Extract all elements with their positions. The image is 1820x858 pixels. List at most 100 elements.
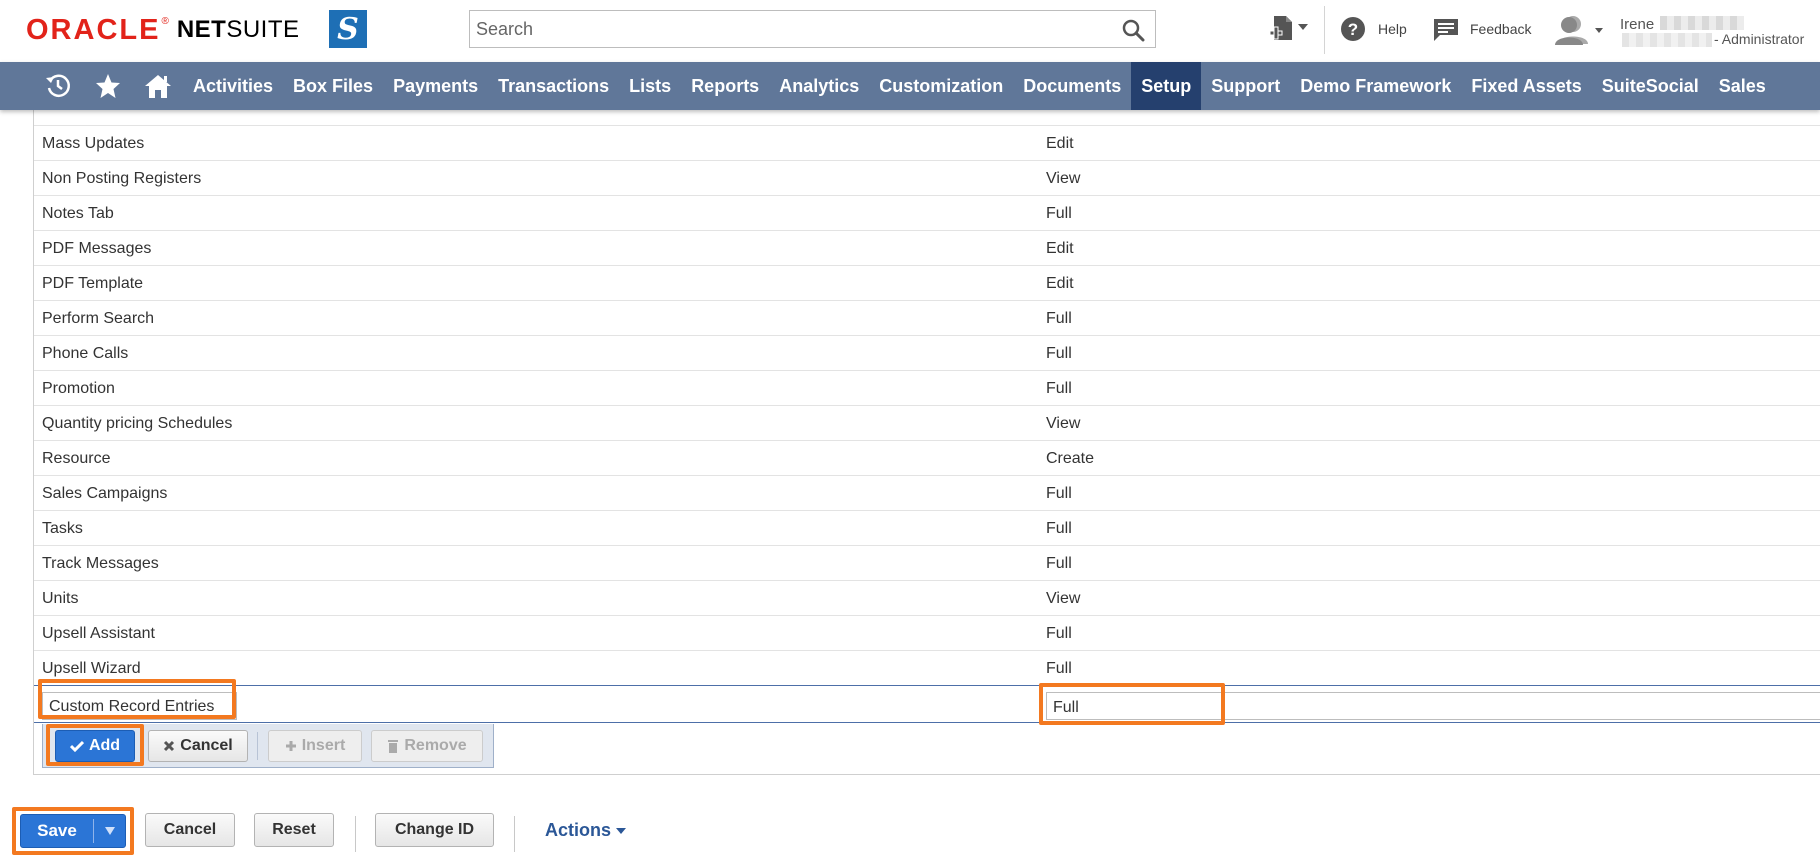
- insert-button[interactable]: Insert: [268, 730, 362, 762]
- table-row[interactable]: Phone Calls Full: [34, 336, 1820, 371]
- save-options-chevron-down-icon[interactable]: [94, 815, 126, 847]
- permission-name: Notes Tab: [42, 205, 114, 222]
- footer-divider: [514, 816, 515, 852]
- level-select[interactable]: Full: [1046, 692, 1820, 720]
- footer-divider: [355, 816, 356, 852]
- nav-box-files[interactable]: Box Files: [283, 62, 383, 110]
- permission-level: Full: [1046, 380, 1072, 397]
- permission-name: Upsell Wizard: [42, 660, 141, 677]
- suite-badge-icon[interactable]: S: [329, 10, 367, 48]
- permission-level: View: [1046, 170, 1081, 187]
- nav-support[interactable]: Support: [1201, 62, 1290, 110]
- nav-transactions[interactable]: Transactions: [488, 62, 619, 110]
- permissions-sublist: Mass Updates Edit Non Posting Registers …: [33, 110, 1820, 775]
- nav-customization[interactable]: Customization: [869, 62, 1013, 110]
- permission-level: Full: [1046, 555, 1072, 572]
- permission-name: Promotion: [42, 380, 115, 397]
- plus-icon: [285, 741, 296, 751]
- table-row[interactable]: Resource Create: [34, 441, 1820, 476]
- remove-button-label: Remove: [404, 737, 467, 754]
- permission-name: Quantity pricing Schedules: [42, 415, 233, 432]
- search-input[interactable]: [470, 11, 1155, 47]
- table-row[interactable]: Quantity pricing Schedules View: [34, 406, 1820, 441]
- permission-name: Units: [42, 590, 79, 607]
- permission-name: Sales Campaigns: [42, 485, 168, 502]
- table-row[interactable]: Promotion Full: [34, 371, 1820, 406]
- permission-select[interactable]: Custom Record Entries: [42, 692, 237, 720]
- table-row[interactable]: Perform Search Full: [34, 301, 1820, 336]
- redacted-account-name: [1622, 33, 1712, 47]
- permission-name: PDF Template: [42, 275, 144, 292]
- nav-suitesocial[interactable]: SuiteSocial: [1592, 62, 1709, 110]
- table-row[interactable]: Units View: [34, 581, 1820, 616]
- permission-name: PDF Messages: [42, 240, 152, 257]
- trash-icon: [388, 740, 399, 753]
- permission-name: Non Posting Registers: [42, 170, 202, 187]
- table-row[interactable]: Sales Campaigns Full: [34, 476, 1820, 511]
- table-row[interactable]: Upsell Assistant Full: [34, 616, 1820, 651]
- permission-name: Track Messages: [42, 555, 159, 572]
- nav-activities[interactable]: Activities: [183, 62, 283, 110]
- user-avatar-icon[interactable]: [1555, 14, 1607, 46]
- redacted-user-lastname: [1660, 16, 1744, 30]
- reset-button[interactable]: Reset: [254, 813, 334, 847]
- insert-button-label: Insert: [301, 737, 346, 754]
- cancel-line-label: Cancel: [180, 737, 233, 754]
- cancel-button[interactable]: Cancel: [145, 813, 235, 847]
- permission-level: View: [1046, 415, 1081, 432]
- table-row[interactable]: Tasks Full: [34, 511, 1820, 546]
- nav-analytics[interactable]: Analytics: [769, 62, 869, 110]
- permission-level: Full: [1046, 625, 1072, 642]
- new-permission-edit-row: Custom Record Entries Full: [34, 685, 1820, 723]
- help-link[interactable]: Help: [1378, 21, 1407, 37]
- table-row[interactable]: Mass Updates Edit: [34, 126, 1820, 161]
- permission-name: Upsell Assistant: [42, 625, 155, 642]
- permission-level: Create: [1046, 450, 1095, 467]
- save-button[interactable]: Save: [21, 815, 93, 847]
- nav-documents[interactable]: Documents: [1013, 62, 1131, 110]
- main-navigation: Activities Box Files Payments Transactio…: [0, 62, 1820, 110]
- table-row[interactable]: PDF Template Edit: [34, 266, 1820, 301]
- permission-level: Full: [1046, 345, 1072, 362]
- logo-oracle-text: ORACLE: [26, 13, 161, 46]
- change-id-button[interactable]: Change ID: [375, 813, 494, 847]
- table-row[interactable]: PDF Messages Edit: [34, 231, 1820, 266]
- table-row[interactable]: Non Posting Registers View: [34, 161, 1820, 196]
- nav-demo-framework[interactable]: Demo Framework: [1290, 62, 1461, 110]
- table-row[interactable]: Track Messages Full: [34, 546, 1820, 581]
- permission-level: Edit: [1046, 135, 1074, 152]
- nav-sales[interactable]: Sales: [1709, 62, 1776, 110]
- actions-menu[interactable]: Actions: [545, 820, 627, 841]
- search-icon[interactable]: [1121, 18, 1145, 42]
- add-button[interactable]: Add: [55, 730, 135, 762]
- create-new-record-icon[interactable]: [1270, 14, 1310, 46]
- button-divider: [257, 732, 258, 760]
- nav-lists[interactable]: Lists: [619, 62, 681, 110]
- sublist-button-bar: Add Cancel Insert Remove: [42, 724, 494, 768]
- nav-reports[interactable]: Reports: [681, 62, 769, 110]
- user-role: - Administrator: [1714, 31, 1805, 47]
- save-split-button: Save: [20, 814, 126, 848]
- nav-payments[interactable]: Payments: [383, 62, 488, 110]
- help-icon[interactable]: ?: [1340, 16, 1366, 42]
- permission-level: View: [1046, 590, 1081, 607]
- table-row[interactable]: Upsell Wizard Full: [34, 651, 1820, 686]
- add-button-label: Add: [88, 737, 121, 754]
- nav-setup[interactable]: Setup: [1131, 62, 1202, 110]
- cancel-line-button[interactable]: Cancel: [148, 730, 248, 762]
- logo-registered-mark: ®: [161, 15, 169, 27]
- permission-level: Full: [1046, 485, 1072, 502]
- feedback-icon[interactable]: [1432, 17, 1460, 43]
- feedback-link[interactable]: Feedback: [1470, 21, 1531, 37]
- permission-level: Edit: [1046, 240, 1074, 257]
- nav-fixed-assets[interactable]: Fixed Assets: [1461, 62, 1591, 110]
- oracle-netsuite-logo[interactable]: ORACLE ® NETSUITE: [26, 14, 300, 46]
- table-row-partial: [34, 110, 1820, 126]
- recent-records-icon[interactable]: [33, 62, 83, 110]
- shortcuts-star-icon[interactable]: [83, 62, 133, 110]
- home-icon[interactable]: [133, 62, 183, 110]
- remove-button[interactable]: Remove: [371, 730, 483, 762]
- sublist-bottom-border: [34, 774, 1820, 775]
- permission-name: Mass Updates: [42, 135, 145, 152]
- table-row[interactable]: Notes Tab Full: [34, 196, 1820, 231]
